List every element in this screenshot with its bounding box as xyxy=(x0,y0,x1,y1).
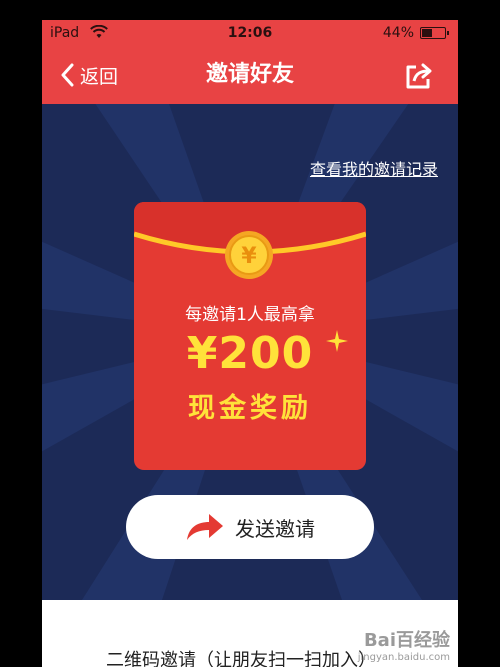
navigation-bar: 返回 邀请好友 xyxy=(42,46,458,104)
coin-icon: ¥ xyxy=(225,231,273,279)
battery-icon xyxy=(420,27,449,39)
red-envelope: ¥ 每邀请1人最高拿 ¥200 现金奖励 xyxy=(134,202,366,470)
send-invite-label: 发送邀请 xyxy=(235,516,315,541)
reward-label: 现金奖励 xyxy=(188,393,312,424)
status-bar: iPad 12:06 44% xyxy=(42,20,458,46)
app-screen: iPad 12:06 44% 返回 邀请好友 查看我的邀请记录 ¥ 每邀请1人最… xyxy=(42,20,458,667)
invite-record-link[interactable]: 查看我的邀请记录 xyxy=(310,156,438,180)
watermark-url: jingyan.baidu.com xyxy=(357,652,450,663)
coin-symbol: ¥ xyxy=(241,244,257,269)
watermark: Bai百经验 jingyan.baidu.com xyxy=(358,626,450,663)
reward-subtitle: 每邀请1人最高拿 xyxy=(185,305,315,325)
sparkle-icon xyxy=(326,330,348,352)
page-title: 邀请好友 xyxy=(205,62,294,87)
battery-percent: 44% xyxy=(382,25,414,41)
battery-fill xyxy=(422,29,432,37)
watermark-logo: Bai百经验 xyxy=(363,630,450,651)
battery-nub xyxy=(447,31,449,35)
qr-invite-option[interactable]: 二维码邀请（让朋友扫一扫加入） xyxy=(106,646,376,667)
share-icon[interactable] xyxy=(404,62,434,90)
forward-arrow-icon xyxy=(187,514,223,540)
send-invite-button[interactable]: 发送邀请 xyxy=(126,495,374,559)
